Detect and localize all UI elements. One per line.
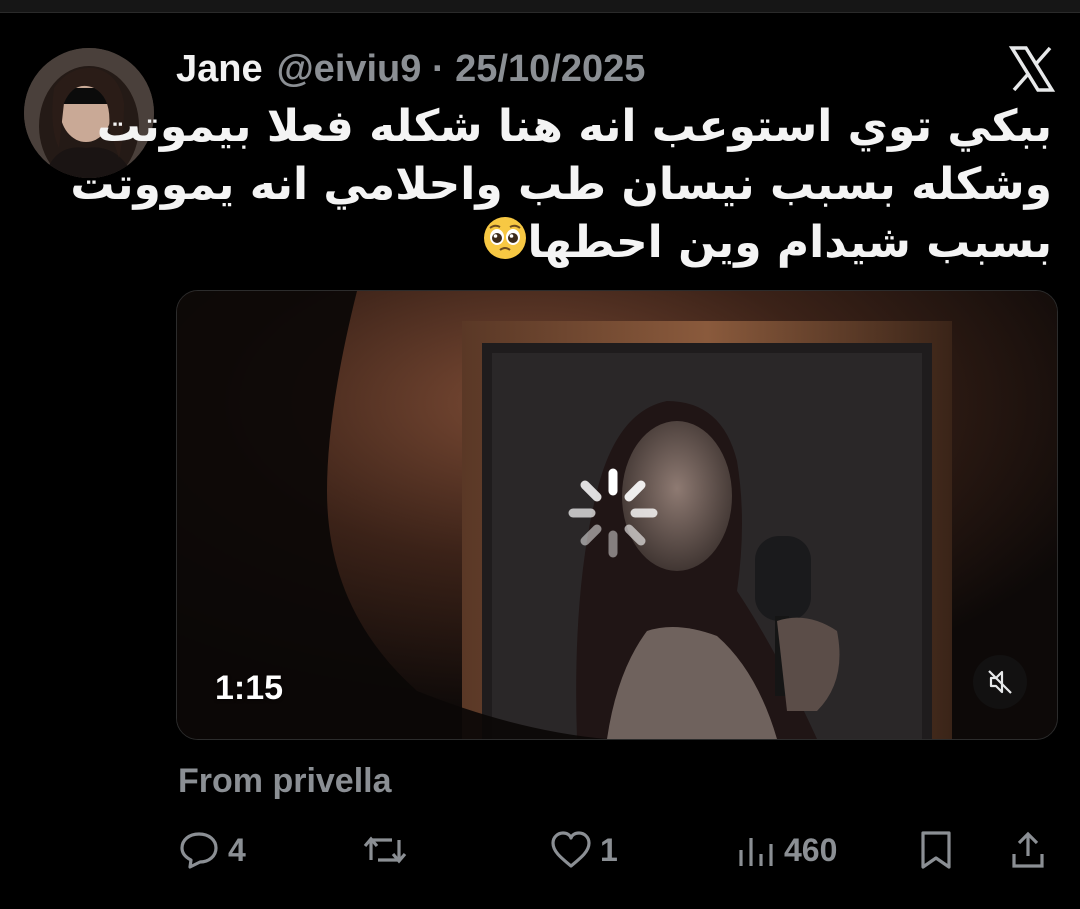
action-bar: 4 1 460 [0,822,1080,886]
author-name[interactable]: Jane [176,48,263,91]
views-chart-icon [739,838,773,866]
share-icon [1012,831,1044,868]
tweet-line-3: بسبب شيدام وين احطها [172,214,1052,276]
tweet-header: Jane @eiviu9 · 25/10/2025 [176,44,645,94]
reply-count: 4 [228,831,246,868]
bookmark-icon [921,831,951,869]
top-divider [0,0,1080,13]
tweet-text: ببكي توي استوعب انه هنا شكله فعلا بيموتت… [70,98,1052,276]
bookmark-button[interactable] [918,830,954,870]
x-logo-icon [1008,46,1056,92]
share-button[interactable] [1010,830,1046,870]
tweet-line-2: وشكله بسبب نيسان طب واحلامي انه يمووتت [70,159,1052,210]
video-duration: 1:15 [215,669,284,707]
speaker-muted-icon [988,670,1012,694]
video-player[interactable]: 1:15 [176,290,1058,740]
like-button[interactable]: 1 [550,830,618,870]
mute-button[interactable] [973,655,1027,709]
source-label[interactable]: From privella [178,762,392,801]
author-handle-date[interactable]: @eiviu9 · 25/10/2025 [277,48,646,91]
heart-icon [551,831,591,868]
repost-button[interactable] [362,830,408,870]
like-count: 1 [600,831,618,868]
tweet-line-1: ببكي توي استوعب انه هنا شكله فعلا بيموتت [96,101,1052,152]
loading-spinner-icon [563,463,663,563]
repost-icon [363,836,407,864]
views-button[interactable]: 460 [736,830,837,870]
reply-button[interactable]: 4 [178,830,246,870]
tweet-line-3-text: بسبب شيدام وين احطها [527,217,1052,268]
pleading-face-emoji-icon [482,215,528,276]
reply-icon [180,832,218,869]
view-count: 460 [784,831,838,868]
